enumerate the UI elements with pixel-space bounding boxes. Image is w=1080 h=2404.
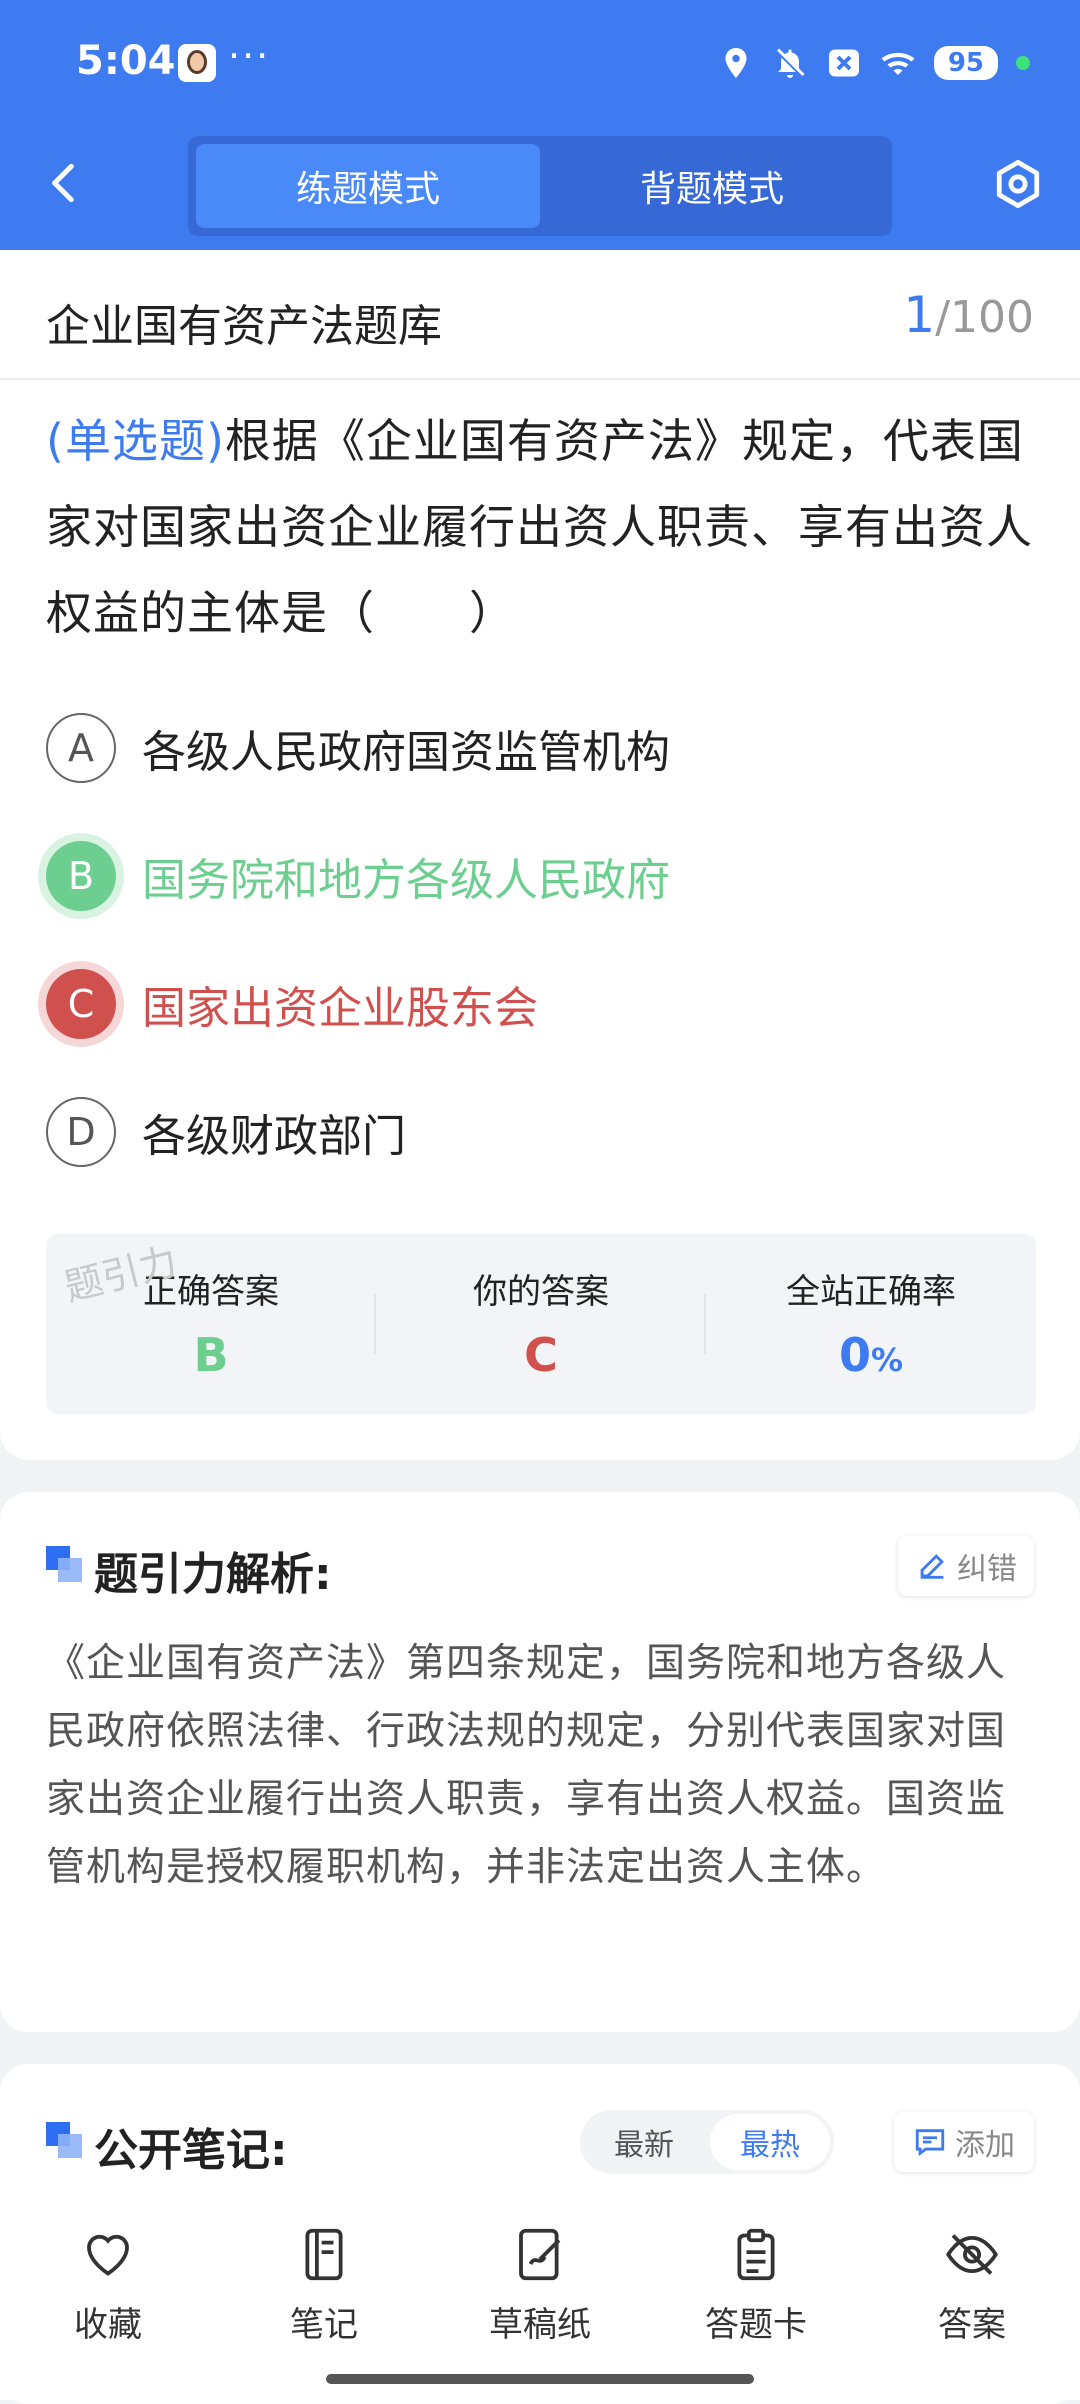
- close-box-icon: [828, 49, 859, 77]
- heart-icon: [87, 2234, 129, 2276]
- tab-favorite[interactable]: 收藏: [0, 2226, 216, 2346]
- option-text: 国家出资企业股东会: [142, 983, 538, 1034]
- home-indicator[interactable]: [326, 2374, 754, 2384]
- option-letter: D: [46, 1097, 116, 1167]
- tab-draft[interactable]: 草稿纸: [432, 2226, 648, 2346]
- correct-answer-value: B: [193, 1328, 229, 1382]
- option-text: 各级财政部门: [142, 1111, 406, 1162]
- tab-label: 笔记: [290, 2305, 358, 2345]
- active-dot: [1016, 56, 1030, 70]
- tab-answer-card[interactable]: 答题卡: [648, 2226, 864, 2346]
- notes-title: 公开笔记:: [94, 2125, 288, 2176]
- option-text: 国务院和地方各级人民政府: [142, 855, 670, 906]
- your-answer-label: 你的答案: [473, 1272, 609, 1312]
- settings-icon[interactable]: [992, 158, 1044, 210]
- status-bar: 5:04 ··· 95: [0, 0, 1080, 120]
- option-letter: A: [46, 713, 116, 783]
- option-a[interactable]: A 各级人民政府国资监管机构: [46, 708, 1046, 788]
- clipboard-icon: [737, 2228, 775, 2281]
- tab-notes[interactable]: 笔记: [216, 2226, 432, 2346]
- analysis-title: 题引力解析:: [94, 1549, 332, 1600]
- option-letter: C: [46, 969, 116, 1039]
- edit-icon: [920, 1554, 944, 1579]
- avatar: [178, 44, 216, 82]
- option-c[interactable]: C 国家出资企业股东会: [46, 964, 1046, 1044]
- comment-icon: [915, 2129, 945, 2157]
- sort-newest[interactable]: 最新: [584, 2114, 704, 2170]
- option-d[interactable]: D 各级财政部门: [46, 1092, 1046, 1172]
- question-bank-title: 企业国有资产法题库: [46, 301, 442, 352]
- mute-icon: [774, 47, 805, 79]
- your-answer: 你的答案 C: [376, 1234, 706, 1414]
- total-count: /100: [935, 292, 1034, 343]
- tab-practice-mode[interactable]: 练题模式: [196, 144, 540, 228]
- question-counter: 1/100: [903, 286, 1034, 344]
- tab-label: 答案: [938, 2305, 1006, 2345]
- tab-label: 收藏: [74, 2305, 142, 2345]
- option-letter: B: [46, 841, 116, 911]
- site-accuracy-label: 全站正确率: [786, 1272, 956, 1312]
- option-b[interactable]: B 国务院和地方各级人民政府: [46, 836, 1046, 916]
- more-notifications-icon: ···: [228, 34, 271, 78]
- your-answer-value: C: [524, 1328, 558, 1382]
- site-accuracy-value: 0%: [838, 1328, 904, 1382]
- add-note-label: 添加: [955, 2128, 1015, 2163]
- tab-memorize-mode[interactable]: 背题模式: [540, 144, 884, 228]
- notes-sort-toggle: 最新 最热: [580, 2110, 834, 2174]
- back-icon[interactable]: [40, 158, 90, 208]
- draft-paper-icon: [519, 2228, 561, 2281]
- battery-indicator: 95: [933, 46, 998, 80]
- section-marker-icon: [46, 2122, 82, 2158]
- eye-off-icon: [946, 2234, 998, 2275]
- question-type: (单选题): [46, 414, 225, 468]
- add-note-button[interactable]: 添加: [894, 2112, 1034, 2172]
- section-marker-icon: [46, 1546, 82, 1582]
- report-error-button[interactable]: 纠错: [898, 1536, 1034, 1596]
- current-index: 1: [903, 286, 936, 344]
- site-accuracy: 全站正确率 0%: [706, 1234, 1036, 1414]
- report-error-label: 纠错: [957, 1552, 1017, 1587]
- location-icon: [725, 48, 747, 78]
- notebook-icon: [305, 2228, 343, 2281]
- status-time: 5:04: [76, 38, 176, 84]
- mode-switch: 练题模式 背题模式: [188, 136, 892, 236]
- answer-summary: 正确答案 B 你的答案 C 全站正确率 0%: [46, 1234, 1036, 1414]
- tab-answer[interactable]: 答案: [864, 2226, 1080, 2346]
- wifi-icon: [881, 52, 915, 75]
- sort-hottest[interactable]: 最热: [710, 2114, 830, 2170]
- divider: [0, 378, 1080, 380]
- option-text: 各级人民政府国资监管机构: [142, 727, 670, 778]
- bottom-nav: 收藏 笔记 草稿纸 答题卡 答案: [0, 2196, 1080, 2400]
- tab-label: 草稿纸: [489, 2305, 591, 2345]
- analysis-text: 《企业国有资产法》第四条规定，国务院和地方各级人民政府依照法律、行政法规的规定，…: [46, 1641, 1007, 1890]
- tab-label: 答题卡: [705, 2305, 807, 2345]
- question-text: (单选题)根据《企业国有资产法》规定，代表国家对国家出资企业履行出资人职责、享有…: [46, 398, 1036, 656]
